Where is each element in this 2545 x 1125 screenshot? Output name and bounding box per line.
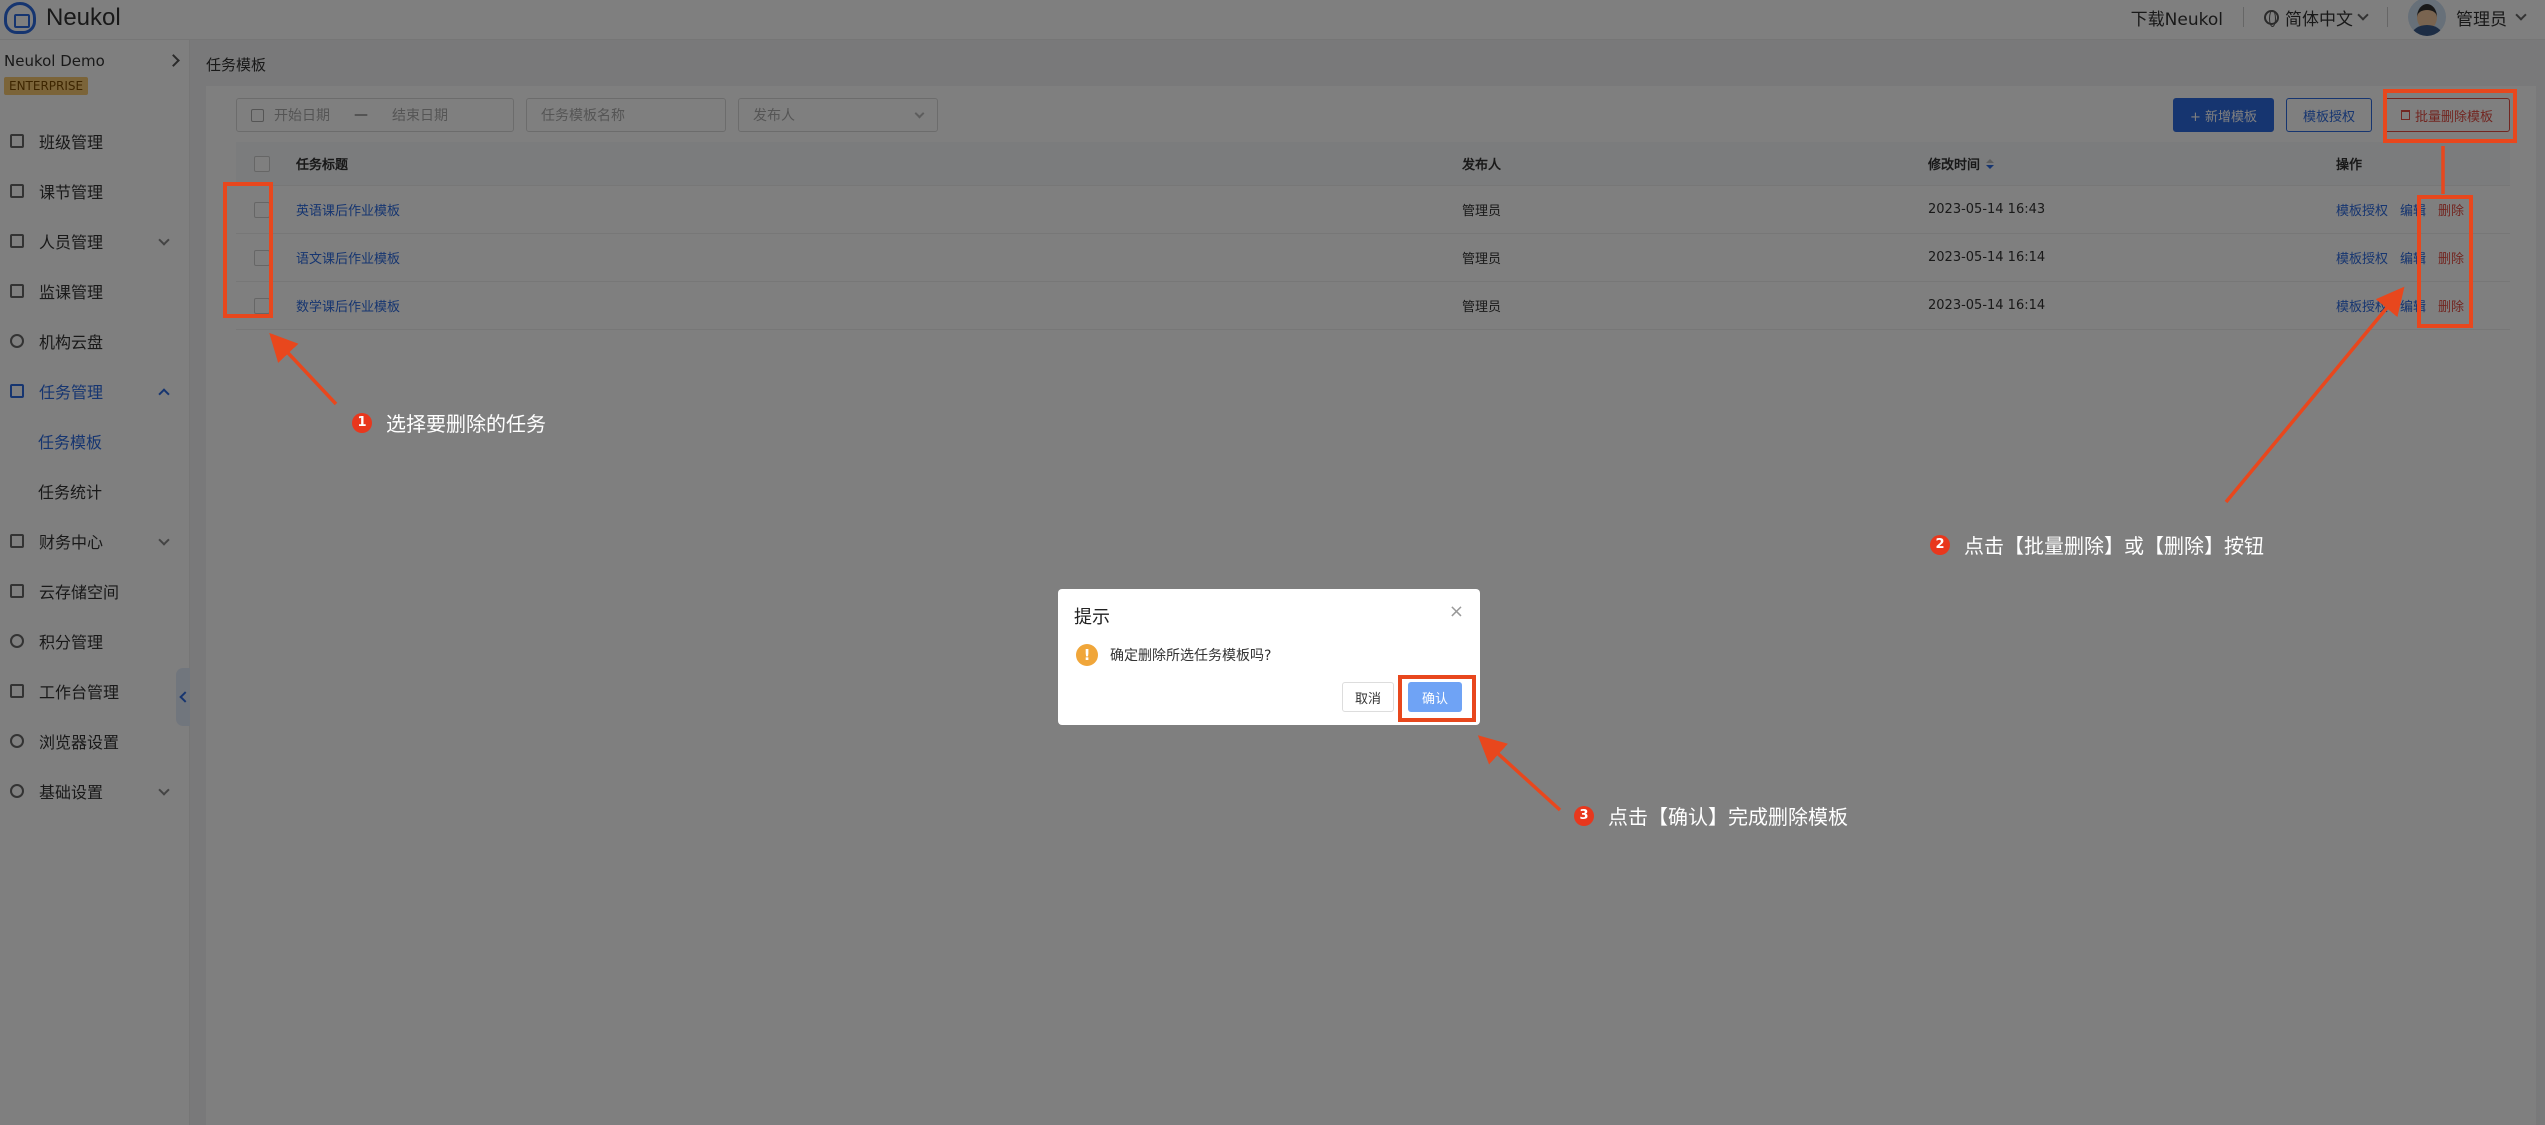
step-number: 1 <box>352 412 372 433</box>
callout-text: 点击【确认】完成删除模板 <box>1608 805 1848 829</box>
step-number: 3 <box>1574 805 1594 826</box>
callout-3: 3 点击【确认】完成删除模板 <box>1574 801 1848 830</box>
step-number: 2 <box>1930 534 1950 555</box>
arrow-1 <box>269 332 338 406</box>
callout-text: 选择要删除的任务 <box>386 412 546 436</box>
callout-text: 点击【批量删除】或【删除】按钮 <box>1964 534 2264 558</box>
arrow-2 <box>2224 286 2405 504</box>
callout-2: 2 点击【批量删除】或【删除】按钮 <box>1930 530 2264 559</box>
annotation-arrows <box>269 146 2445 812</box>
arrow-3 <box>1477 735 1562 812</box>
callout-1: 1 选择要删除的任务 <box>352 408 546 437</box>
